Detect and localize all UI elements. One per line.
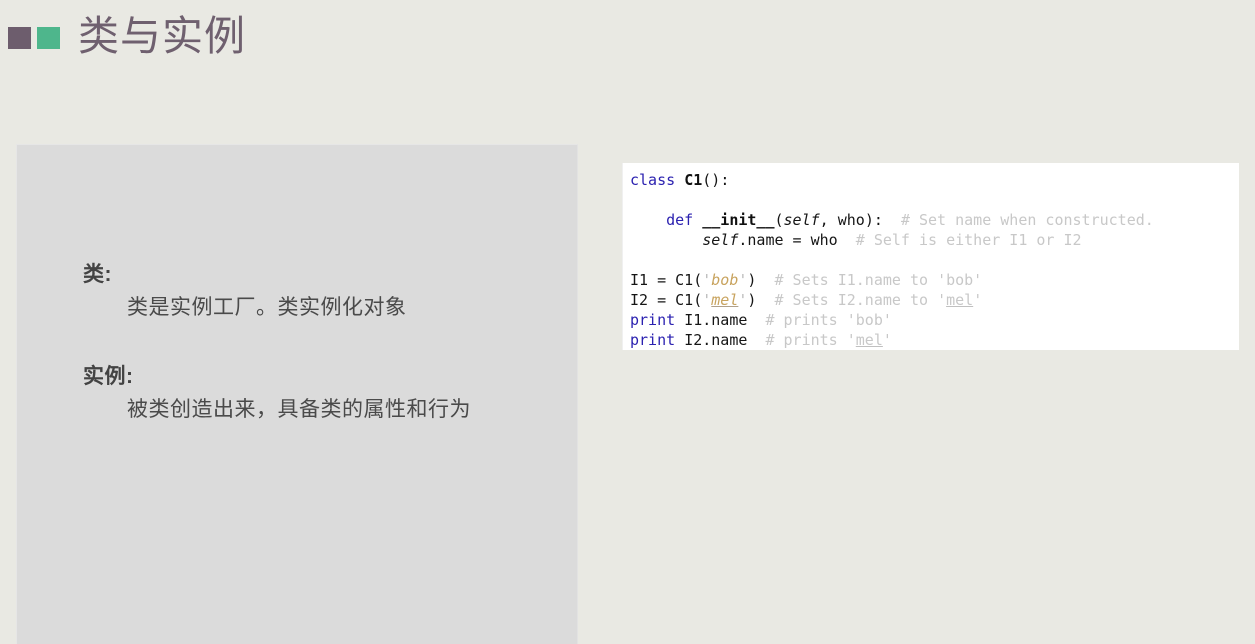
code-token-comment-string: mel [855, 331, 883, 349]
code-token-indent [630, 211, 666, 229]
code-token-quote: ' [937, 291, 947, 309]
code-token-quote: ' [702, 291, 712, 309]
code-token-attr: .name [702, 311, 748, 329]
definition-item-instance: 实例: 被类创造出来，具备类的属性和行为 [83, 362, 553, 428]
code-token-comment-string: 'bob' [846, 311, 892, 329]
code-token-keyword: class [630, 171, 676, 189]
definition-description: 类是实例工厂。类实例化对象 [127, 296, 407, 319]
code-panel: class C1(): def __init__(self, who): # S… [622, 163, 1239, 350]
code-token-comma: , [819, 211, 838, 229]
code-token-quote: ' [702, 271, 712, 289]
slide-header: 类与实例 [0, 0, 1255, 80]
content-panel: 类: 类是实例工厂。类实例化对象 实例: 被类创造出来，具备类的属性和行为 [16, 144, 578, 644]
code-token-attr: .name [702, 331, 748, 349]
code-token-quote: ' [973, 291, 983, 309]
code-token-string: bob [711, 271, 739, 289]
code-token-paren-close: ) [864, 211, 874, 229]
code-token-comment: # Self is either I1 or I2 [855, 231, 1082, 249]
code-token-self: self [783, 211, 820, 229]
code-token-varname: I1 [684, 311, 703, 329]
code-token-classname: C1 [675, 291, 694, 309]
code-token-comment: # Sets I1.name to [774, 271, 938, 289]
code-token-param-who: who [837, 211, 865, 229]
logo-marks [8, 27, 60, 49]
code-token-classname: C1 [684, 171, 703, 189]
code-token-comment: # Set name when constructed. [900, 211, 1154, 229]
code-token-comment: # Sets I2.name to [774, 291, 938, 309]
logo-square-purple-icon [8, 27, 31, 49]
code-token-comment: # prints [765, 331, 847, 349]
code-token-paren-open: ( [774, 211, 784, 229]
code-token-classname: C1 [675, 271, 694, 289]
code-token-varname: I1 [630, 271, 649, 289]
definition-term: 类: [83, 263, 112, 286]
logo-square-green-icon [37, 27, 60, 49]
code-token-varname: I2 [630, 291, 649, 309]
code-token-assign: = [783, 231, 811, 249]
code-token-param-who: who [810, 231, 838, 249]
code-token-keyword: print [630, 311, 676, 329]
code-token-indent [630, 231, 702, 249]
code-token-colon: : [873, 211, 883, 229]
code-token-funcname: __init__ [702, 211, 775, 229]
code-token-self: self [702, 231, 739, 249]
code-token-attr: .name [738, 231, 784, 249]
definition-term: 实例: [83, 365, 134, 388]
page-title: 类与实例 [78, 13, 246, 59]
definition-list: 类: 类是实例工厂。类实例化对象 实例: 被类创造出来，具备类的属性和行为 [83, 260, 553, 464]
code-token-quote: ' [846, 331, 856, 349]
code-token-assign: = [648, 291, 676, 309]
code-token-parens: () [702, 171, 721, 189]
code-token-string: mel [711, 291, 739, 309]
code-token-colon: : [720, 171, 730, 189]
code-token-comment: # prints [765, 311, 847, 329]
code-token-assign: = [648, 271, 676, 289]
code-token-paren-open: ( [693, 271, 703, 289]
definition-item-class: 类: 类是实例工厂。类实例化对象 [83, 260, 553, 326]
code-token-comment-string: 'bob' [937, 271, 983, 289]
code-token-varname: I2 [684, 331, 703, 349]
code-token-comment-string: mel [946, 291, 974, 309]
code-token-keyword: print [630, 331, 676, 349]
code-token-quote: ' [882, 331, 892, 349]
code-listing: class C1(): def __init__(self, who): # S… [630, 170, 1154, 350]
code-token-paren-open: ( [693, 291, 703, 309]
definition-description: 被类创造出来，具备类的属性和行为 [127, 398, 471, 421]
code-token-keyword: def [666, 211, 694, 229]
